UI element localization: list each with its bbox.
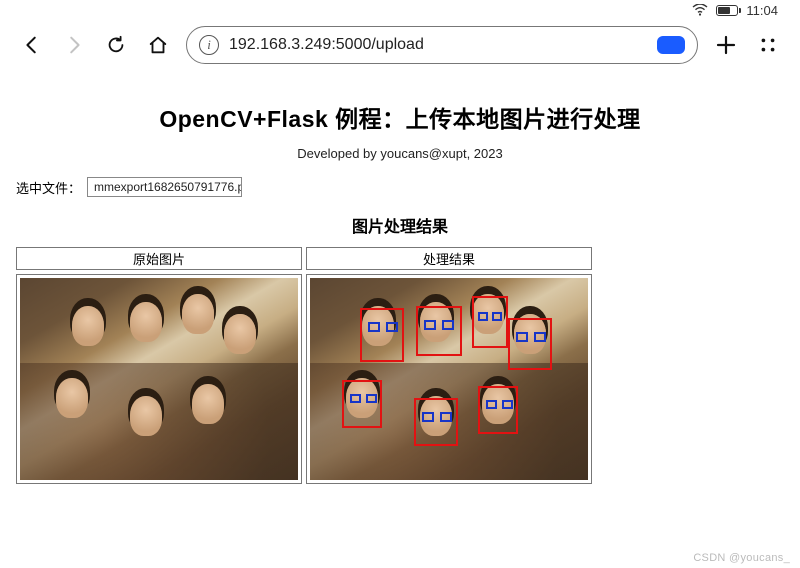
col-header-processed: 处理结果 (306, 247, 592, 270)
eye-detection-box (478, 312, 488, 321)
home-button[interactable] (144, 31, 172, 59)
original-image-cell (16, 274, 302, 484)
face-detection-box (360, 308, 404, 362)
eye-detection-box (422, 412, 434, 422)
eye-detection-box (366, 394, 377, 403)
eye-detection-box (534, 332, 546, 342)
status-bar: 11:04 (0, 0, 800, 20)
face-detection-box (416, 306, 462, 356)
forward-button[interactable] (60, 31, 88, 59)
battery-icon (716, 5, 738, 16)
eye-detection-box (492, 312, 502, 321)
page-title: OpenCV+Flask 例程：上传本地图片进行处理 (16, 100, 784, 134)
watermark: CSDN @youcans_ (693, 552, 790, 564)
result-heading: 图片处理结果 (16, 213, 784, 237)
face-detection-box (342, 380, 382, 428)
processed-image-cell (306, 274, 592, 484)
back-button[interactable] (18, 31, 46, 59)
eye-detection-box (502, 400, 513, 409)
site-info-icon[interactable]: i (199, 35, 219, 55)
face-detection-box (478, 386, 518, 434)
original-image (20, 278, 298, 480)
page-subtitle: Developed by youcans@xupt, 2023 (16, 146, 784, 161)
eye-detection-box (486, 400, 497, 409)
face-detection-box (472, 296, 508, 348)
address-bar[interactable]: i 192.168.3.249:5000/upload (186, 26, 698, 64)
wifi-icon (692, 4, 708, 16)
page-content: OpenCV+Flask 例程：上传本地图片进行处理 Developed by … (0, 70, 800, 484)
eye-detection-box (368, 322, 380, 332)
menu-button[interactable] (754, 31, 782, 59)
col-header-original: 原始图片 (16, 247, 302, 270)
clock: 11:04 (746, 3, 778, 18)
eye-detection-box (440, 412, 452, 422)
result-table: 原始图片 处理结果 (16, 247, 784, 484)
url-text: 192.168.3.249:5000/upload (229, 36, 647, 54)
file-selector-row: 选中文件： mmexport1682650791776.pr (16, 177, 784, 197)
browser-toolbar: i 192.168.3.249:5000/upload (0, 20, 800, 70)
eye-detection-box (516, 332, 528, 342)
new-tab-button[interactable] (712, 31, 740, 59)
read-mode-indicator[interactable] (657, 36, 685, 54)
eye-detection-box (424, 320, 436, 330)
eye-detection-box (386, 322, 398, 332)
file-selector-label: 选中文件： (16, 178, 81, 197)
eye-detection-box (442, 320, 454, 330)
processed-image (310, 278, 588, 480)
eye-detection-box (350, 394, 361, 403)
reload-button[interactable] (102, 31, 130, 59)
face-detection-box (414, 398, 458, 446)
face-detection-box (508, 318, 552, 370)
file-selector-filename[interactable]: mmexport1682650791776.pr (87, 177, 242, 197)
